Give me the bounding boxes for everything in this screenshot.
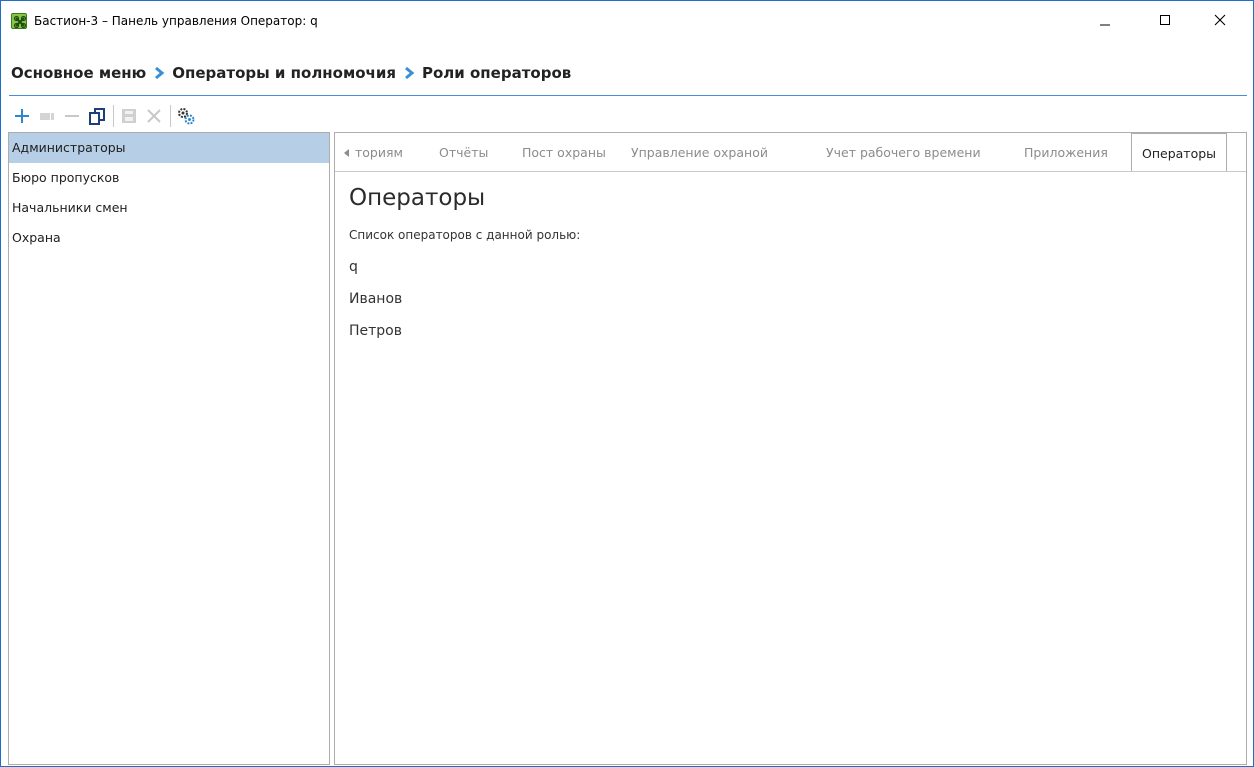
caret-left-icon — [344, 149, 349, 157]
tab-strip: ториям Отчёты Пост охраны Управление охр… — [335, 133, 1246, 172]
role-item-shift-supervisors[interactable]: Начальники смен — [9, 193, 329, 223]
tab-reports[interactable]: Отчёты — [439, 133, 488, 171]
roles-list: Администраторы Бюро пропусков Начальники… — [8, 132, 330, 765]
tab-territories[interactable]: ториям — [355, 133, 403, 171]
operator-list-item: Петров — [349, 323, 402, 339]
toolbar-separator — [113, 105, 114, 127]
close-button[interactable] — [1197, 1, 1243, 39]
save-button[interactable] — [118, 105, 140, 127]
breadcrumb-item-operators-permissions[interactable]: Операторы и полномочия — [172, 64, 396, 82]
copy-button[interactable] — [86, 105, 108, 127]
close-icon — [1214, 14, 1226, 26]
operator-list-item: Иванов — [349, 291, 403, 307]
remove-button[interactable] — [61, 105, 83, 127]
breadcrumb-divider — [9, 95, 1247, 96]
tab-applications[interactable]: Приложения — [1024, 133, 1108, 171]
role-item-security[interactable]: Охрана — [9, 223, 329, 253]
maximize-button[interactable] — [1142, 1, 1188, 39]
chevron-right-icon — [405, 66, 415, 80]
chevron-right-icon — [155, 66, 165, 80]
tab-time-tracking[interactable]: Учет рабочего времени — [826, 133, 981, 171]
role-item-pass-bureau[interactable]: Бюро пропусков — [9, 163, 329, 193]
cancel-button[interactable] — [143, 105, 165, 127]
toolbar — [11, 103, 200, 129]
minimize-icon — [1100, 24, 1110, 26]
operator-list-item: q — [349, 259, 358, 275]
window-title: Бастион-3 – Панель управления Оператор: … — [34, 14, 318, 28]
breadcrumb-item-operator-roles: Роли операторов — [421, 64, 572, 82]
title-bar: Бастион-3 – Панель управления Оператор: … — [1, 1, 1253, 44]
role-item-administrators[interactable]: Администраторы — [9, 133, 329, 163]
tab-operators[interactable]: Операторы — [1131, 133, 1228, 171]
cancel-icon — [147, 109, 161, 123]
add-button[interactable] — [11, 105, 33, 127]
save-icon — [122, 109, 136, 123]
breadcrumb-item-main-menu[interactable]: Основное меню — [11, 64, 146, 82]
maximize-icon — [1160, 15, 1170, 25]
plus-icon — [15, 109, 29, 123]
section-heading: Операторы — [349, 185, 486, 211]
minus-icon — [65, 115, 79, 117]
role-details-panel: ториям Отчёты Пост охраны Управление охр… — [334, 132, 1247, 765]
app-logo-icon — [11, 13, 27, 29]
edit-icon — [40, 113, 54, 120]
minimize-button[interactable] — [1082, 1, 1128, 39]
edit-button[interactable] — [36, 105, 58, 127]
tab-guard-post[interactable]: Пост охраны — [522, 133, 606, 171]
settings-gear-icon — [178, 108, 195, 125]
breadcrumb: Основное меню Операторы и полномочия Рол… — [11, 63, 571, 83]
app-window: Бастион-3 – Панель управления Оператор: … — [0, 0, 1254, 767]
toolbar-separator — [170, 105, 171, 127]
tab-scroll-left-button[interactable] — [342, 145, 352, 161]
tab-security-control[interactable]: Управление охраной — [631, 133, 768, 171]
section-subtitle: Список операторов с данной ролью: — [349, 228, 581, 242]
copy-icon — [89, 108, 105, 125]
settings-button[interactable] — [175, 105, 197, 127]
